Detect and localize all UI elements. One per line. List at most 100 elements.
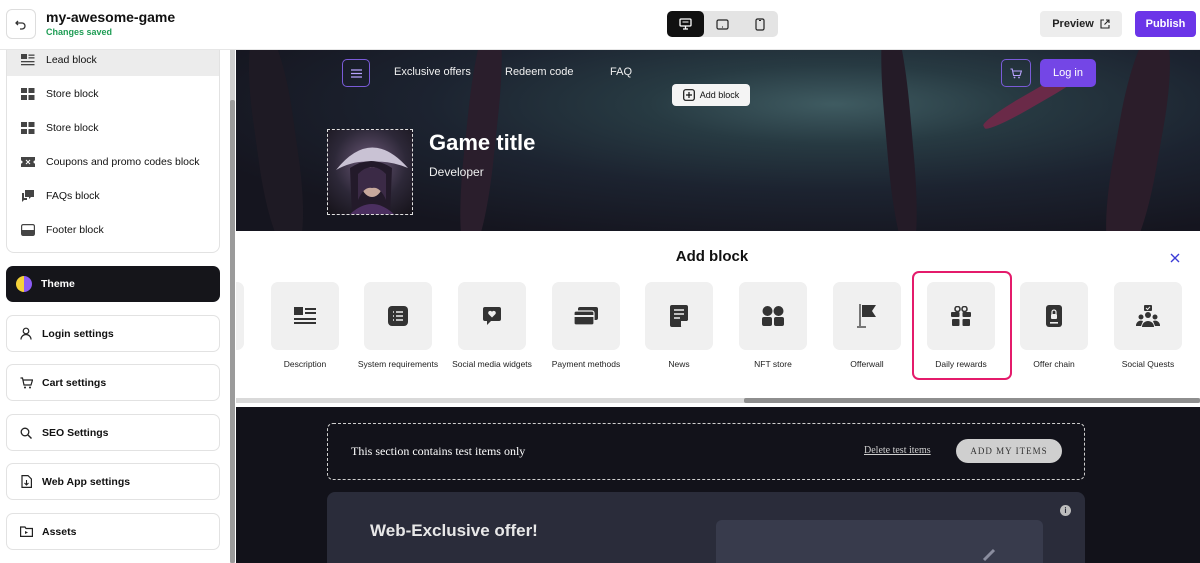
save-status: Changes saved [46,27,113,37]
top-bar: my-awesome-game Changes saved Preview Pu… [0,0,1200,50]
settings-label: SEO Settings [42,426,109,439]
theme-button[interactable]: Theme [6,266,220,302]
add-my-items-button[interactable]: ADD MY ITEMS [956,439,1062,463]
store-block-icon [19,119,37,137]
sidebar-item-lead-block[interactable]: Lead block [7,50,219,76]
credit-card-icon [574,307,598,325]
offer-image [716,520,1043,563]
cart-settings-button[interactable]: Cart settings [6,364,220,401]
undo-button[interactable] [6,9,36,39]
add-block-button[interactable]: Add block [672,84,750,106]
preview-label: Preview [1052,18,1094,30]
block-tile-offerwall[interactable] [833,282,901,350]
cart-button[interactable] [1001,59,1031,87]
assets-button[interactable]: Assets [6,513,220,550]
plus-square-icon [682,89,695,101]
tablet-icon [716,18,729,30]
sidebar: Lead block Store block Store block Coupo… [0,50,232,563]
block-tile-system-requirements[interactable] [364,282,432,350]
test-items-notice: This section contains test items only De… [327,423,1085,480]
nav-link-exclusive-offers[interactable]: Exclusive offers [394,66,471,78]
login-settings-button[interactable]: Login settings [6,315,220,352]
sidebar-item-label: FAQs block [46,190,100,202]
coupon-icon [19,153,37,171]
hero-background-tree [1096,50,1180,231]
undo-icon [15,20,26,30]
tile-label: News [668,359,690,369]
sidebar-item-footer-block[interactable]: Footer block [7,214,219,246]
lock-icon [1046,305,1062,327]
flag-icon [857,304,876,328]
hero-background-tree [876,50,922,231]
block-tile-nft-store[interactable] [739,282,807,350]
game-avatar-image[interactable] [327,129,413,215]
block-tile-offer-chain[interactable] [1020,282,1088,350]
description-icon [294,307,316,324]
cart-icon [19,376,33,390]
block-tile-news[interactable] [645,282,713,350]
theme-label: Theme [41,278,75,290]
sidebar-scrollbar-thumb[interactable] [230,100,235,563]
block-tile-description[interactable] [271,282,339,350]
mobile-icon [754,17,765,31]
developer-name: Developer [429,165,484,179]
sidebar-item-faqs-block[interactable]: FAQs block [7,180,219,212]
theme-icon [16,276,32,292]
nav-link-redeem-code[interactable]: Redeem code [505,66,574,78]
seo-settings-button[interactable]: SEO Settings [6,414,220,451]
settings-label: Web App settings [42,475,131,488]
panel-scrollbar-thumb[interactable] [744,398,1200,403]
faq-icon [19,187,37,205]
settings-label: Assets [42,525,77,538]
exclusive-offer-card: Web-Exclusive offer! i [327,492,1085,563]
web-app-settings-button[interactable]: Web App settings [6,463,220,500]
sidebar-item-store-block[interactable]: Store block [7,78,219,110]
tile-label: Payment methods [551,359,621,369]
tile-label: Offer chain [1033,359,1075,369]
sidebar-item-label: Coupons and promo codes block [46,156,200,168]
sidebar-item-store-block-2[interactable]: Store block [7,112,219,144]
footer-icon [19,221,37,239]
block-tile-social-quests[interactable] [1114,282,1182,350]
web-app-icon [19,475,33,489]
daily-rewards-highlight [912,271,1012,380]
witch-portrait [336,147,408,214]
hamburger-icon [350,68,362,78]
sidebar-item-label: Footer block [46,224,104,236]
user-icon [19,327,33,341]
tile-label: Description [283,359,327,369]
block-tile-partial[interactable] [236,282,244,350]
tile-label: Offerwall [850,359,884,369]
block-tile-payment-methods[interactable] [552,282,620,350]
tile-label: Social Quests [1121,359,1175,369]
preview-button[interactable]: Preview [1040,11,1122,37]
news-icon [670,305,688,327]
mobile-view-button[interactable] [741,11,778,37]
desktop-view-button[interactable] [667,11,704,37]
block-tile-social-media-widgets[interactable] [458,282,526,350]
external-link-icon [1100,19,1110,29]
tile-label: System requirements [357,359,439,369]
tablet-view-button[interactable] [704,11,741,37]
test-items-text: This section contains test items only [351,444,526,458]
chat-heart-icon [483,307,501,325]
delete-test-items-link[interactable]: Delete test items [864,445,931,456]
settings-label: Login settings [42,327,114,340]
info-icon[interactable]: i [1060,505,1071,516]
tile-label: Social media widgets [452,359,532,369]
device-switcher [667,11,778,37]
add-block-panel: Add block Description System requirement… [236,231,1200,407]
sidebar-item-coupons-block[interactable]: Coupons and promo codes block [7,146,219,178]
add-block-label: Add block [699,90,740,100]
group-icon [1136,305,1160,327]
site-canvas: Exclusive offers Redeem code FAQ Add blo… [236,50,1200,563]
login-button[interactable]: Log in [1040,59,1096,87]
close-button[interactable] [1168,251,1182,265]
publish-button[interactable]: Publish [1135,11,1196,37]
game-title: Game title [429,130,536,155]
hero-section: Exclusive offers Redeem code FAQ Add blo… [236,50,1200,231]
menu-button[interactable] [342,59,370,87]
nav-link-faq[interactable]: FAQ [610,66,632,78]
sidebar-item-label: Store block [46,88,99,100]
list-icon [388,306,408,326]
